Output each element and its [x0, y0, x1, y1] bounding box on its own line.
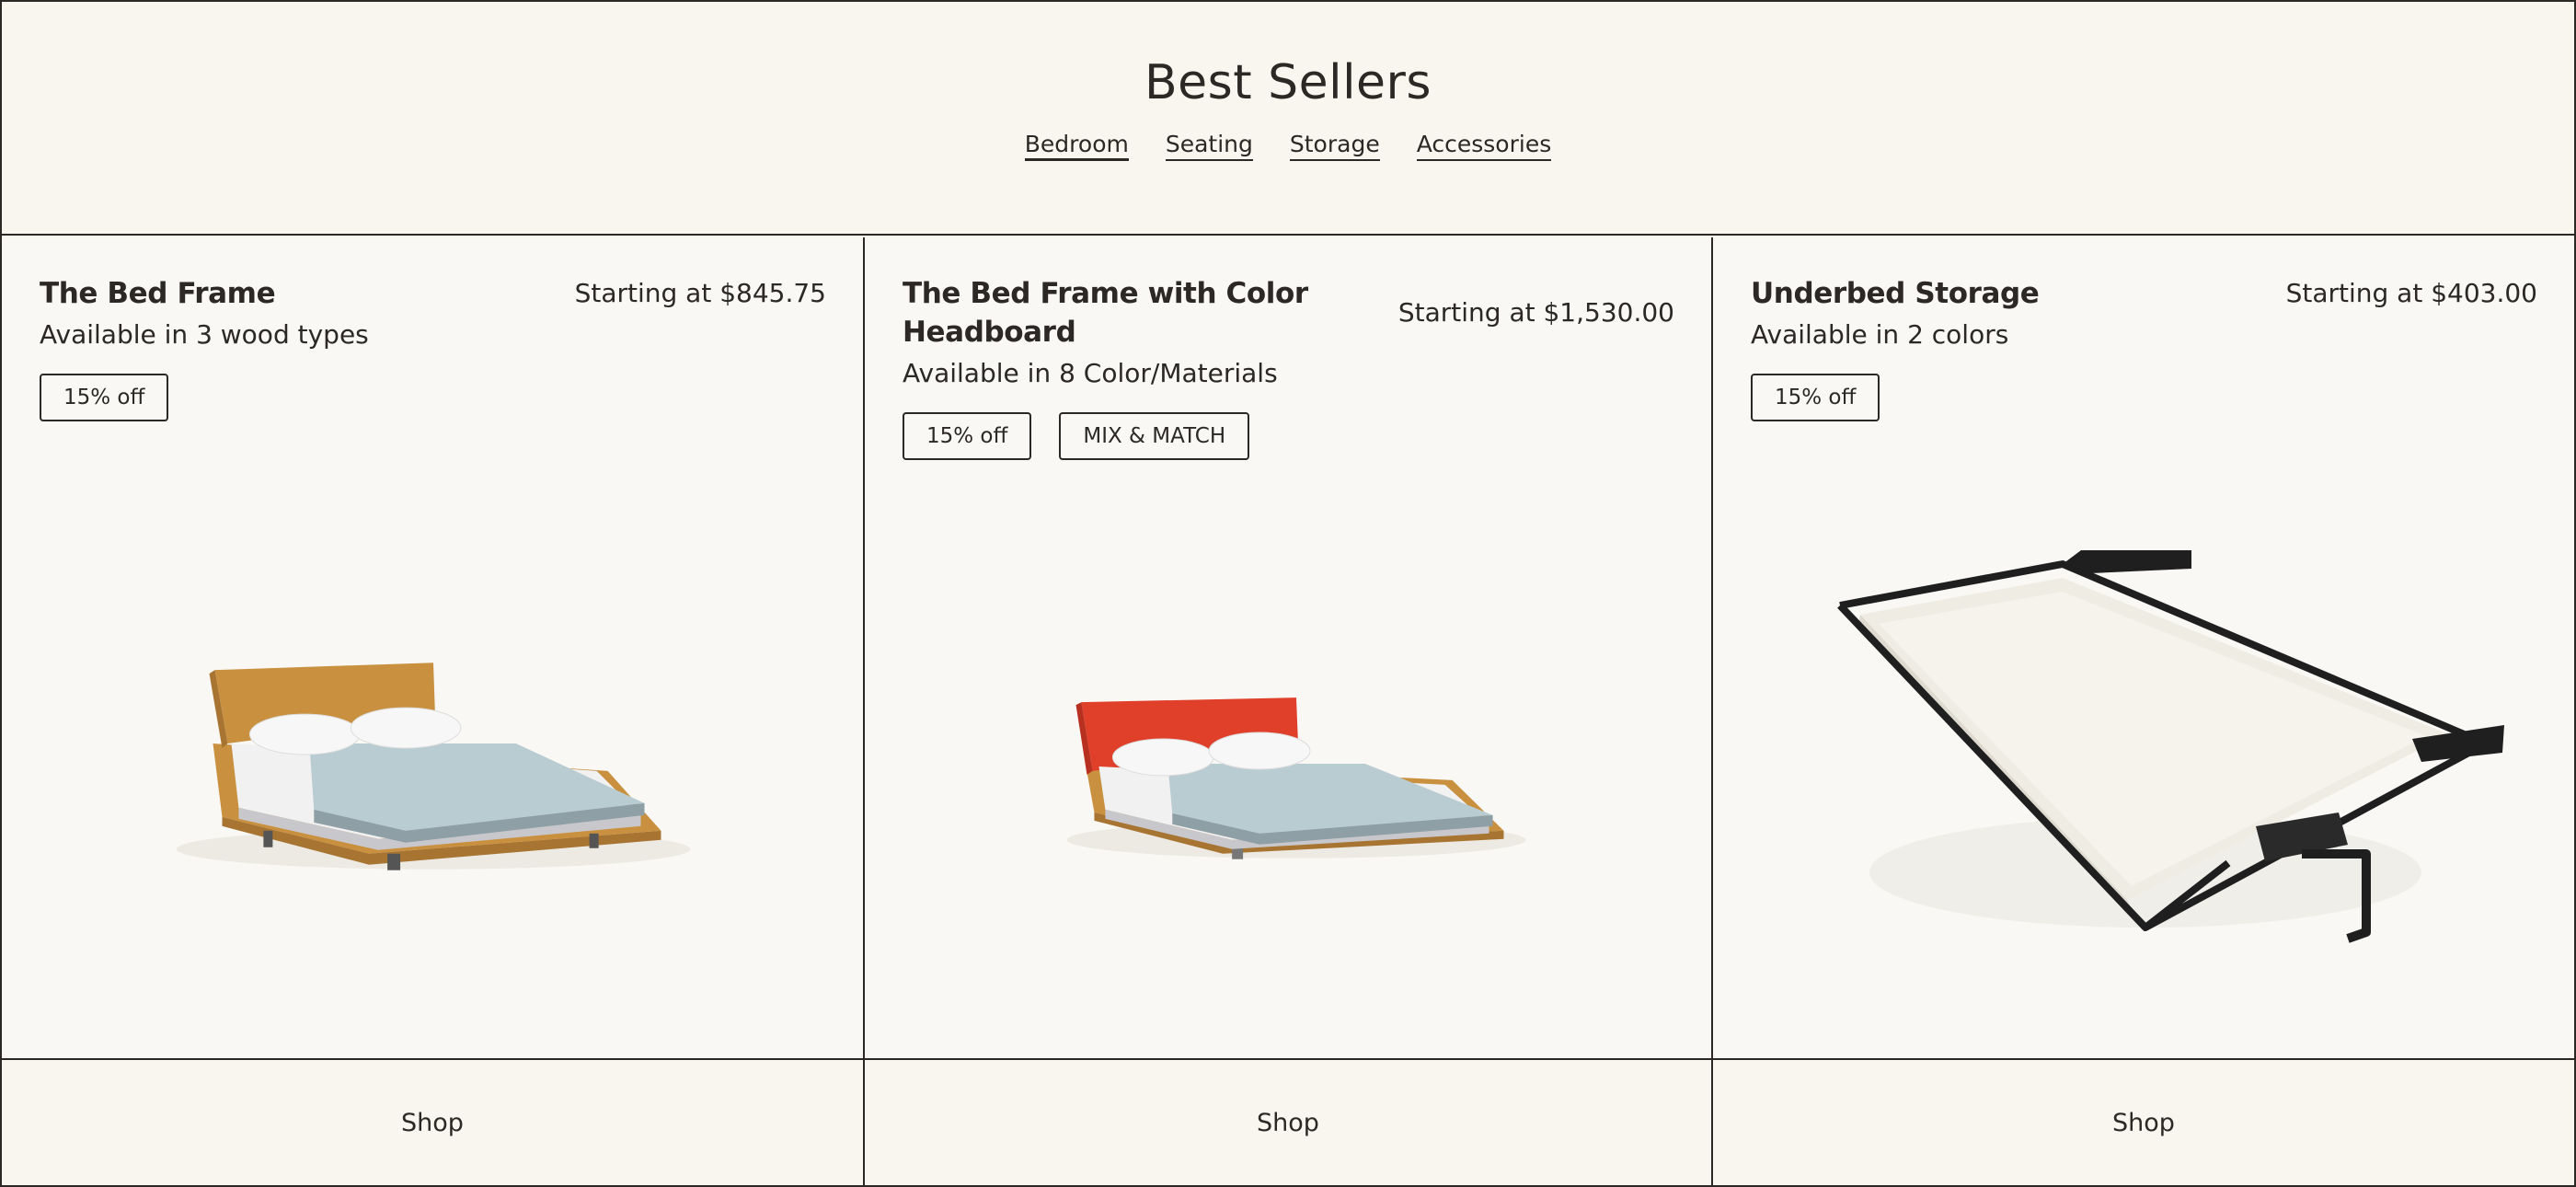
- product-title-row: Underbed Storage Starting at $403.00: [1751, 274, 2537, 313]
- discount-badge: 15% off: [40, 374, 169, 421]
- shop-button[interactable]: Shop: [865, 1060, 1711, 1185]
- product-card-bed-frame-color-headboard[interactable]: The Bed Frame with Color Headboard Start…: [865, 237, 1711, 1060]
- product-badges: 15% off: [1751, 374, 2537, 421]
- tab-bedroom[interactable]: Bedroom: [1024, 131, 1129, 161]
- bed-frame-wood-illustration: [176, 663, 691, 870]
- product-availability: Available in 2 colors: [1751, 319, 2009, 350]
- shop-button[interactable]: Shop: [2, 1060, 863, 1185]
- product-availability: Available in 8 Color/Materials: [903, 358, 1278, 388]
- page-title: Best Sellers: [1144, 55, 1432, 110]
- product-availability: Available in 3 wood types: [40, 319, 369, 350]
- product-card-header: The Bed Frame Starting at $845.75 Availa…: [40, 274, 826, 421]
- product-title[interactable]: Underbed Storage: [1751, 274, 2040, 313]
- product-badges: 15% off MIX & MATCH: [903, 412, 1674, 460]
- product-card-header: The Bed Frame with Color Headboard Start…: [903, 274, 1674, 460]
- tab-storage[interactable]: Storage: [1289, 131, 1380, 161]
- best-sellers-header: Best Sellers Bedroom Seating Storage Acc…: [2, 2, 2574, 236]
- best-sellers-page: Best Sellers Bedroom Seating Storage Acc…: [0, 0, 2576, 1187]
- product-title-row: The Bed Frame Starting at $845.75: [40, 274, 826, 313]
- discount-badge: 15% off: [1751, 374, 1880, 421]
- product-card-header: Underbed Storage Starting at $403.00 Ava…: [1751, 274, 2537, 421]
- product-price: Starting at $403.00: [2285, 278, 2537, 308]
- product-price: Starting at $1,530.00: [1397, 297, 1674, 328]
- product-column-bed-frame-color-headboard: The Bed Frame with Color Headboard Start…: [865, 237, 1713, 1187]
- underbed-storage-illustration: [1837, 550, 2504, 943]
- shop-button[interactable]: Shop: [1713, 1060, 2574, 1185]
- mix-and-match-badge: MIX & MATCH: [1059, 412, 1250, 460]
- category-tabs: Bedroom Seating Storage Accessories: [2, 131, 2574, 161]
- product-column-underbed-storage: Underbed Storage Starting at $403.00 Ava…: [1713, 237, 2574, 1187]
- underbed-storage-tray-image[interactable]: [1713, 467, 2574, 1020]
- discount-badge: 15% off: [903, 412, 1032, 460]
- product-badges: 15% off: [40, 374, 826, 421]
- tab-seating[interactable]: Seating: [1165, 131, 1253, 161]
- product-card-underbed-storage[interactable]: Underbed Storage Starting at $403.00 Ava…: [1713, 237, 2574, 1060]
- bed-frame-wood-image[interactable]: [2, 467, 863, 1020]
- tab-accessories[interactable]: Accessories: [1416, 131, 1552, 161]
- product-title[interactable]: The Bed Frame: [40, 274, 276, 313]
- bed-frame-red-headboard-image[interactable]: [865, 467, 1711, 1020]
- product-price: Starting at $845.75: [574, 278, 826, 308]
- bed-frame-red-headboard-illustration: [1066, 697, 1526, 859]
- product-grid: The Bed Frame Starting at $845.75 Availa…: [2, 237, 2574, 1187]
- product-column-bed-frame: The Bed Frame Starting at $845.75 Availa…: [2, 237, 865, 1187]
- product-title-row: The Bed Frame with Color Headboard Start…: [903, 274, 1674, 351]
- product-title[interactable]: The Bed Frame with Color Headboard: [903, 274, 1326, 351]
- product-card-bed-frame[interactable]: The Bed Frame Starting at $845.75 Availa…: [2, 237, 863, 1060]
